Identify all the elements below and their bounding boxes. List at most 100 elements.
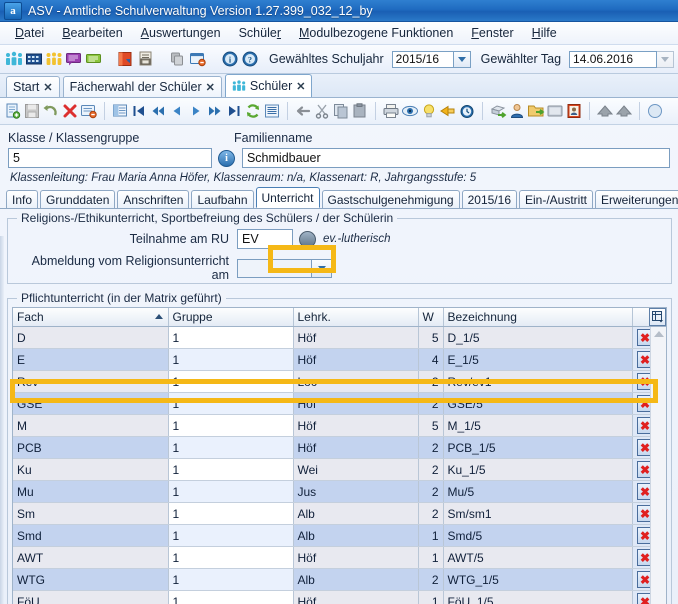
new-document-icon[interactable]	[4, 102, 22, 120]
tab-unterricht[interactable]: Unterricht	[255, 187, 320, 208]
undo-icon[interactable]	[42, 102, 60, 120]
close-icon[interactable]: ✕	[43, 81, 52, 94]
cut-icon[interactable]	[313, 102, 331, 120]
table-row[interactable]: Smd 1 Alb 1 Smd/5 ✖	[13, 524, 666, 547]
column-header-gruppe[interactable]: Gruppe	[168, 308, 294, 327]
tag-value[interactable]: 14.06.2016	[569, 50, 658, 68]
print-icon[interactable]	[382, 102, 400, 120]
tab-grunddaten[interactable]: Grunddaten	[40, 190, 116, 208]
preview-icon[interactable]	[401, 102, 419, 120]
menu-item-bearbeiten[interactable]: Bearbeiten	[53, 24, 131, 42]
print-list-icon[interactable]	[137, 50, 155, 68]
window-tab-faecherwahl[interactable]: Fächerwahl der Schüler ✕	[62, 76, 222, 97]
table-row[interactable]: D 1 Höf 5 D_1/5 ✖	[13, 326, 666, 349]
close-icon[interactable]: ✕	[206, 81, 215, 94]
tab-gastschulgenehmigung[interactable]: Gastschulgenehmigung	[321, 190, 460, 208]
help-icon[interactable]: ?	[241, 50, 259, 68]
paste-icon[interactable]	[351, 102, 369, 120]
teilnahme-ru-input[interactable]: EV	[237, 229, 293, 249]
modules-icon[interactable]	[169, 50, 187, 68]
red-book-icon[interactable]	[117, 50, 135, 68]
contacts-icon[interactable]	[565, 102, 583, 120]
delete-icon[interactable]	[61, 102, 79, 120]
green-note-icon[interactable]	[85, 50, 103, 68]
folder-export-icon[interactable]	[527, 102, 545, 120]
teilnahme-info-icon[interactable]	[299, 230, 316, 248]
close-icon[interactable]: ✕	[296, 80, 305, 93]
first-record-icon[interactable]	[130, 102, 148, 120]
copy-icon[interactable]	[332, 102, 350, 120]
extra-icon[interactable]	[646, 102, 664, 120]
prev-page-icon[interactable]	[149, 102, 167, 120]
abmeldung-dropdown-button[interactable]	[312, 258, 332, 278]
schuljahr-value[interactable]: 2015/16	[391, 50, 454, 68]
person-icon[interactable]	[508, 102, 526, 120]
table-row[interactable]: AWT 1 Höf 1 AWT/5 ✖	[13, 546, 666, 569]
table-row[interactable]: WTG 1 Alb 2 WTG_1/5 ✖	[13, 568, 666, 591]
next-record-icon[interactable]	[187, 102, 205, 120]
menu-item-fenster[interactable]: Fenster	[462, 24, 522, 42]
trumpet-icon[interactable]	[439, 102, 457, 120]
record-list-icon[interactable]	[80, 102, 98, 120]
cell-gruppe[interactable]: 1	[168, 414, 294, 437]
window-tab-schueler[interactable]: Schüler ✕	[224, 74, 313, 97]
last-record-icon[interactable]	[225, 102, 243, 120]
abmeldung-combo[interactable]	[237, 258, 332, 278]
cell-gruppe[interactable]: 1	[168, 480, 294, 503]
familienname-input[interactable]: Schmidbauer	[241, 148, 671, 168]
window-tab-start[interactable]: Start ✕	[6, 76, 60, 97]
cell-gruppe[interactable]: 1	[168, 392, 294, 415]
menu-item-schueler[interactable]: Schüler	[230, 24, 290, 42]
idea-icon[interactable]	[420, 102, 438, 120]
table-row[interactable]: Sm 1 Alb 2 Sm/sm1 ✖	[13, 502, 666, 525]
window-close-icon[interactable]	[189, 50, 207, 68]
cell-gruppe[interactable]: 1	[168, 348, 294, 371]
vertical-scrollbar[interactable]	[650, 327, 666, 604]
export-icon[interactable]	[489, 102, 507, 120]
next-page-icon[interactable]	[206, 102, 224, 120]
table-row[interactable]: FöU 1 Höf 1 FöU_1/5 ✖	[13, 590, 666, 604]
cell-gruppe[interactable]: 1	[168, 568, 294, 591]
cell-gruppe[interactable]: 1	[168, 326, 294, 349]
tab-info[interactable]: Info	[6, 190, 39, 208]
menu-item-datei[interactable]: Datei	[6, 24, 53, 42]
info-icon[interactable]: i	[221, 50, 239, 68]
back-arrow-icon[interactable]	[294, 102, 312, 120]
klasse-input[interactable]: 5	[8, 148, 213, 168]
column-header-fach[interactable]: Fach	[13, 308, 169, 327]
list-icon[interactable]	[263, 102, 281, 120]
cell-gruppe[interactable]: 1	[168, 590, 294, 604]
menu-item-hilfe[interactable]: Hilfe	[523, 24, 566, 42]
column-header-bezeichnung[interactable]: Bezeichnung	[443, 308, 633, 327]
column-header-lehrk[interactable]: Lehrk.	[293, 308, 419, 327]
tab-erweiterungen[interactable]: Erweiterungen	[595, 190, 678, 208]
table-row[interactable]: GSE 1 Höf 2 GSE/5 ✖	[13, 392, 666, 415]
refresh-icon[interactable]	[244, 102, 262, 120]
tag-combo[interactable]: 14.06.2016	[569, 50, 675, 68]
cell-gruppe[interactable]: 1	[168, 524, 294, 547]
tag-dropdown-button[interactable]	[657, 50, 675, 68]
table-row[interactable]: E 1 Höf 4 E_1/5 ✖	[13, 348, 666, 371]
tab-laufbahn[interactable]: Laufbahn	[191, 190, 254, 208]
persons-icon[interactable]	[45, 50, 63, 68]
info-icon[interactable]: i	[218, 149, 235, 167]
menu-item-modulbezogene-funktionen[interactable]: Modulbezogene Funktionen	[290, 24, 462, 42]
grid-settings-icon[interactable]	[649, 308, 666, 326]
up-filter2-icon[interactable]	[615, 102, 633, 120]
schuljahr-dropdown-button[interactable]	[453, 50, 471, 68]
cell-gruppe[interactable]: 1	[168, 458, 294, 481]
table-row[interactable]: Mu 1 Jus 2 Mu/5 ✖	[13, 480, 666, 503]
table-row[interactable]: M 1 Höf 5 M_1/5 ✖	[13, 414, 666, 437]
cell-gruppe[interactable]: 1	[168, 436, 294, 459]
menu-item-auswertungen[interactable]: Auswertungen	[132, 24, 230, 42]
purple-note-icon[interactable]	[65, 50, 83, 68]
cell-gruppe[interactable]: 1	[168, 502, 294, 525]
cell-gruppe[interactable]: 1	[168, 370, 294, 393]
abmeldung-input[interactable]	[237, 258, 312, 278]
scroll-up-icon[interactable]	[653, 331, 664, 337]
alarm-clock-icon[interactable]	[458, 102, 476, 120]
save-icon[interactable]	[23, 102, 41, 120]
note-icon[interactable]	[546, 102, 564, 120]
students-group-icon[interactable]	[5, 50, 23, 68]
table-row-highlighted[interactable]: Rev 1 Loc 2 Rev/ev1 ✖	[13, 370, 666, 393]
